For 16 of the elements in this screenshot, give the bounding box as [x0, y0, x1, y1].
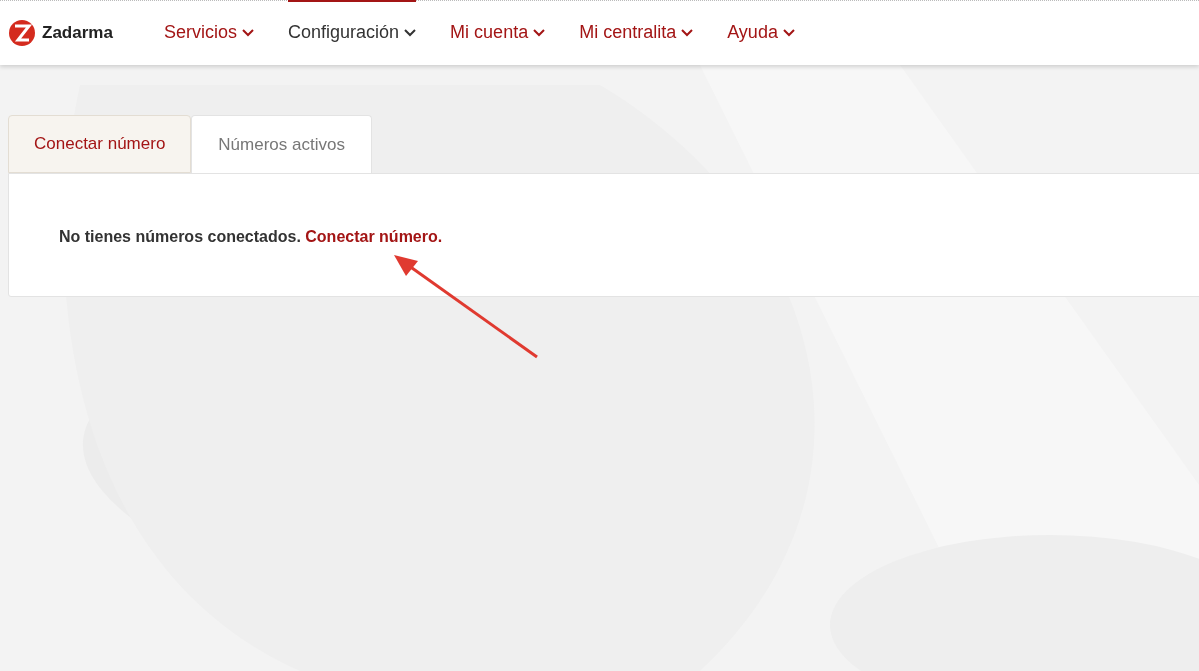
- logo-icon: [8, 19, 36, 47]
- nav-menu[interactable]: Servicios: [164, 0, 255, 63]
- chevron-down-icon: [242, 28, 255, 37]
- nav-menu[interactable]: Mi centralita: [579, 0, 694, 63]
- connect-number-link[interactable]: Conectar número.: [305, 228, 443, 245]
- nav-menu[interactable]: Configuración: [288, 0, 417, 63]
- tab[interactable]: Números activos: [191, 115, 372, 173]
- chevron-down-icon: [404, 28, 417, 37]
- tab[interactable]: Conectar número: [8, 115, 192, 173]
- chevron-down-icon: [681, 28, 694, 37]
- chevron-down-icon: [533, 28, 546, 37]
- empty-message: No tienes números conectados. Conectar número.: [59, 227, 444, 247]
- chevron-down-icon: [782, 28, 795, 37]
- brand-name: Zadarma: [42, 22, 113, 45]
- nav-menu[interactable]: Ayuda: [727, 0, 795, 63]
- nav-menu[interactable]: Mi cuenta: [450, 0, 546, 63]
